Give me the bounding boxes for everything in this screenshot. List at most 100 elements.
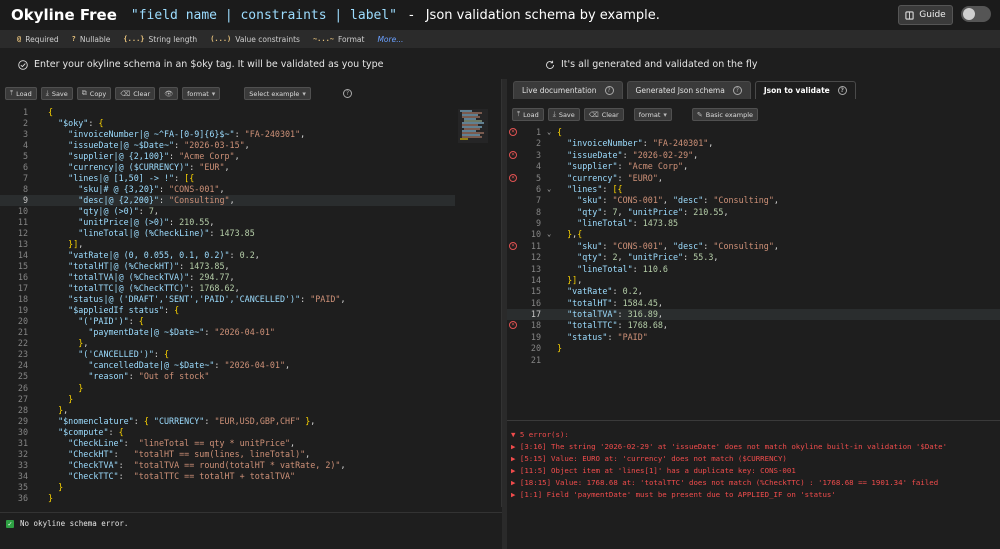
editor-line[interactable]: 29 "$nomenclature": { "CURRENCY": "EUR,U… (0, 416, 455, 427)
editor-line[interactable]: 20} (507, 343, 1000, 354)
editor-line[interactable]: 28 }, (0, 405, 455, 416)
editor-line[interactable]: 20 "('PAID')": { (0, 316, 455, 327)
editor-line[interactable]: 18 "status|@ ('DRAFT','SENT','PAID','CAN… (0, 294, 455, 305)
error-item[interactable]: ▶ [18:15] Value: 1768.68 at: 'totalTTC' … (511, 478, 938, 487)
save-button[interactable]: ⤓ Save (40, 87, 73, 100)
editor-line[interactable]: 21 "paymentDate|@ ~$Date~": "2026-04-01" (0, 327, 455, 338)
minimap[interactable] (458, 109, 488, 143)
editor-line[interactable]: 3 "invoiceNumber|@ ~^FA-[0-9]{6}$~": "FA… (0, 129, 455, 140)
error-item[interactable]: ▶ [5:15] Value: EURO at: 'currency' does… (511, 454, 787, 463)
editor-line[interactable]: 30 "$compute": { (0, 427, 455, 438)
editor-line[interactable]: 19 "status": "PAID" (507, 332, 1000, 343)
editor-line[interactable]: 21 (507, 355, 1000, 366)
basic-example-button[interactable]: ✎ Basic example (691, 108, 759, 121)
editor-line[interactable]: 13 }], (0, 239, 455, 250)
help-icon[interactable]: ? (604, 86, 614, 95)
editor-line[interactable]: 3 "issueDate": "2026-02-29", × (507, 150, 1000, 161)
editor-line[interactable]: 22 }, (0, 338, 455, 349)
help-icon[interactable]: ? (342, 89, 352, 98)
editor-line[interactable]: 15 "totalHT|@ (%CheckHT)": 1473.85, (0, 261, 455, 272)
editor-line[interactable]: 31 "CheckLine": "lineTotal == qty * unit… (0, 438, 455, 449)
select-example-dropdown[interactable]: Select example ▾ (244, 87, 311, 100)
editor-line[interactable]: 25 "reason": "Out of stock" (0, 371, 455, 382)
format-dropdown[interactable]: format ▾ (182, 87, 221, 100)
code-text: }], (68, 239, 84, 250)
tab-json-to-validate[interactable]: Json to validate? (754, 81, 856, 99)
help-icon[interactable]: ? (837, 86, 847, 95)
editor-line[interactable]: 23 "('CANCELLED')": { (0, 349, 455, 360)
editor-line[interactable]: 26 } (0, 383, 455, 394)
copy-button[interactable]: ⧉ Copy (76, 87, 112, 100)
error-item[interactable]: ▶ [1:1] Field 'paymentDate' must be pres… (511, 490, 836, 499)
fold-icon[interactable]: ⌄ (547, 229, 551, 240)
fold-icon[interactable]: ⌄ (547, 184, 551, 195)
fold-icon[interactable]: ⌄ (547, 127, 551, 138)
error-marker-icon[interactable]: × (509, 241, 517, 250)
editor-line[interactable]: 15 "vatRate": 0.2, (507, 286, 1000, 297)
editor-line[interactable]: 14 }], (507, 275, 1000, 286)
editor-line[interactable]: 5 "supplier|@ {2,100}": "Acme Corp", (0, 151, 455, 162)
error-item[interactable]: ▶ [11:5] Object item at 'lines[1]' has a… (511, 466, 796, 475)
editor-line[interactable]: 14 "vatRate|@ (0, 0.055, 0.1, 0.2)": 0.2… (0, 250, 455, 261)
chevron-down-icon: ▾ (663, 110, 667, 119)
json-load-button[interactable]: ⤒ Load (512, 108, 544, 121)
editor-line[interactable]: 33 "CheckTVA": "totalTVA == round(totalH… (0, 460, 455, 471)
editor-line[interactable]: 12 "qty": 2, "unitPrice": 55.3, (507, 252, 1000, 263)
theme-toggle[interactable] (961, 6, 991, 22)
json-editor[interactable]: 1{× ⌄ 2 "invoiceNumber": "FA-240301", 3 "is… (507, 127, 1000, 417)
editor-line[interactable]: 1{× ⌄ (507, 127, 1000, 138)
editor-line[interactable]: 17 "totalTVA": 316.89, (507, 309, 1000, 321)
editor-line[interactable]: 36} (0, 493, 455, 504)
json-save-button[interactable]: ⤓ Save (547, 108, 580, 121)
line-number: 7 (535, 195, 541, 206)
guide-button[interactable]: Guide (898, 5, 953, 25)
editor-line[interactable]: 34 "CheckTTC": "totalTTC == totalHT + to… (0, 471, 455, 482)
editor-line[interactable]: 5 "currency": "EURO", × (507, 173, 1000, 184)
editor-line[interactable]: 16 "totalHT": 1584.45, (507, 298, 1000, 309)
tab-generated-json-schema[interactable]: Generated Json schema? (626, 81, 751, 99)
editor-line[interactable]: 32 "CheckHT": "totalHT == sum(lines, lin… (0, 449, 455, 460)
editor-line[interactable]: 11 "sku": "CONS-001", "desc": "Consultin… (507, 241, 1000, 252)
clear-button[interactable]: ⌫ Clear (115, 87, 156, 100)
editor-line[interactable]: 24 "cancelledDate|@ ~$Date~": "2026-04-0… (0, 360, 455, 371)
editor-line[interactable]: 4 "supplier": "Acme Corp", (507, 161, 1000, 172)
schema-editor[interactable]: 1{2 "$oky": {3 "invoiceNumber|@ ~^FA-[0-… (0, 107, 455, 507)
editor-line[interactable]: 2 "$oky": { (0, 118, 455, 129)
editor-line[interactable]: 9 "lineTotal": 1473.85 (507, 218, 1000, 229)
code-text: "lineTotal": 110.6 (577, 263, 668, 274)
json-format-dropdown[interactable]: format ▾ (633, 108, 672, 121)
help-icon[interactable]: ? (732, 86, 742, 95)
editor-line[interactable]: 35 } (0, 482, 455, 493)
editor-line[interactable]: 8 "sku|# @ {3,20}": "CONS-001", (0, 184, 455, 195)
editor-line[interactable]: 27 } (0, 394, 455, 405)
editor-line[interactable]: 6 "lines": [{⌄ (507, 184, 1000, 195)
error-marker-icon[interactable]: × (509, 150, 517, 159)
editor-line[interactable]: 13 "lineTotal": 110.6 (507, 264, 1000, 275)
editor-line[interactable]: 7 "lines|@ [1,50] -> !": [{ (0, 173, 455, 184)
editor-line[interactable]: 16 "totalTVA|@ (%CheckTVA)": 294.77, (0, 272, 455, 283)
editor-line[interactable]: 2 "invoiceNumber": "FA-240301", (507, 138, 1000, 149)
json-clear-button[interactable]: ⌫ Clear (583, 108, 624, 121)
editor-line[interactable]: 19 "$appliedIf status": { (0, 305, 455, 316)
editor-line[interactable]: 6 "currency|@ ($CURRENCY)": "EUR", (0, 162, 455, 173)
code-text: } (68, 393, 74, 404)
editor-line[interactable]: 10 },{⌄ (507, 229, 1000, 240)
load-button[interactable]: ⤒ Load (5, 87, 37, 100)
error-item[interactable]: ▶ [3:16] The string '2026-02-29' at 'iss… (511, 442, 947, 451)
legend-more-link[interactable]: More... (377, 35, 403, 44)
editor-line[interactable]: 9 "desc|@ {2,200}": "Consulting", (0, 195, 455, 207)
editor-line[interactable]: 12 "lineTotal|@ (%CheckLine)": 1473.85 (0, 228, 455, 239)
editor-line[interactable]: 1{ (0, 107, 455, 118)
editor-line[interactable]: 17 "totalTTC|@ (%CheckTTC)": 1768.62, (0, 283, 455, 294)
line-number: 15 (530, 286, 541, 297)
editor-line[interactable]: 8 "qty": 7, "unitPrice": 210.55, (507, 207, 1000, 218)
preview-button[interactable]: 👁 (159, 87, 179, 100)
error-marker-icon[interactable]: × (509, 173, 517, 182)
editor-line[interactable]: 7 "sku": "CONS-001", "desc": "Consulting… (507, 195, 1000, 206)
error-marker-icon[interactable]: × (509, 128, 517, 136)
editor-line[interactable]: 4 "issueDate|@ ~$Date~": "2026-03-15", (0, 140, 455, 151)
tab-live-documentation[interactable]: Live documentation? (513, 81, 623, 99)
editor-line[interactable]: 10 "qty|@ (>0)": 7, (0, 206, 455, 217)
editor-line[interactable]: 18 "totalTTC": 1768.68, × (507, 320, 1000, 331)
editor-line[interactable]: 11 "unitPrice|@ (>0)": 210.55, (0, 217, 455, 228)
